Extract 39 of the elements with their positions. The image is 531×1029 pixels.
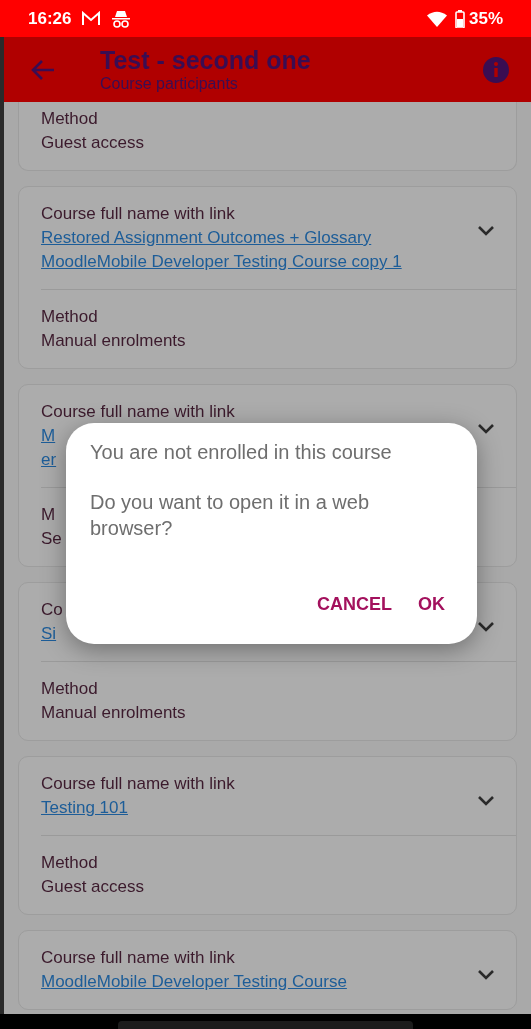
field-value: Guest access — [41, 876, 144, 898]
course-link[interactable]: MoodleMobile Developer Testing Course copy 1 — [41, 250, 402, 274]
course-link[interactable]: Restored Assignment Outcomes + Glossary — [41, 226, 372, 250]
field-label: Method — [41, 108, 98, 130]
dialog-title: You are not enrolled in this course — [90, 440, 392, 465]
chevron-down-icon[interactable] — [476, 224, 496, 238]
wifi-icon — [426, 10, 447, 27]
field-value: Manual enrolments — [41, 702, 186, 724]
field-label: Co — [41, 599, 63, 621]
battery-icon — [454, 9, 465, 28]
page-title: Test - second one — [100, 45, 311, 74]
field-label: Method — [41, 678, 98, 700]
mail-icon — [81, 11, 102, 26]
clock: 16:26 — [28, 7, 72, 30]
field-label: Course full name with link — [41, 203, 235, 225]
chevron-down-icon[interactable] — [476, 620, 496, 634]
dialog-button[interactable]: CANCEL — [309, 585, 400, 624]
chevron-down-icon[interactable] — [476, 422, 496, 436]
course-link[interactable]: M — [41, 424, 56, 448]
dialog-message: Do you want to open it in a web browser? — [90, 490, 371, 541]
field-label: Course full name with link — [41, 773, 235, 795]
field-label: Method — [41, 852, 98, 874]
incognito-icon — [111, 9, 132, 28]
course-link[interactable]: Si — [41, 622, 57, 646]
chevron-down-icon[interactable] — [476, 794, 496, 808]
field-label: Method — [41, 306, 98, 328]
dialog-button[interactable]: OK — [410, 585, 453, 624]
field-value: Se — [41, 528, 62, 550]
field-label: Course full name with link — [41, 401, 235, 423]
field-label: M — [41, 504, 56, 526]
course-link[interactable]: er — [41, 448, 57, 472]
field-value: Manual enrolments — [41, 330, 186, 352]
chevron-down-icon[interactable] — [476, 968, 496, 982]
field-label: Course full name with link — [41, 947, 235, 969]
battery-level: 35% — [468, 7, 503, 30]
course-link[interactable]: Testing 101 — [41, 796, 128, 820]
page-subtitle: Course participants — [100, 73, 238, 94]
field-value: Guest access — [41, 132, 144, 154]
course-link[interactable]: MoodleMobile Developer Testing Course — [41, 970, 347, 994]
